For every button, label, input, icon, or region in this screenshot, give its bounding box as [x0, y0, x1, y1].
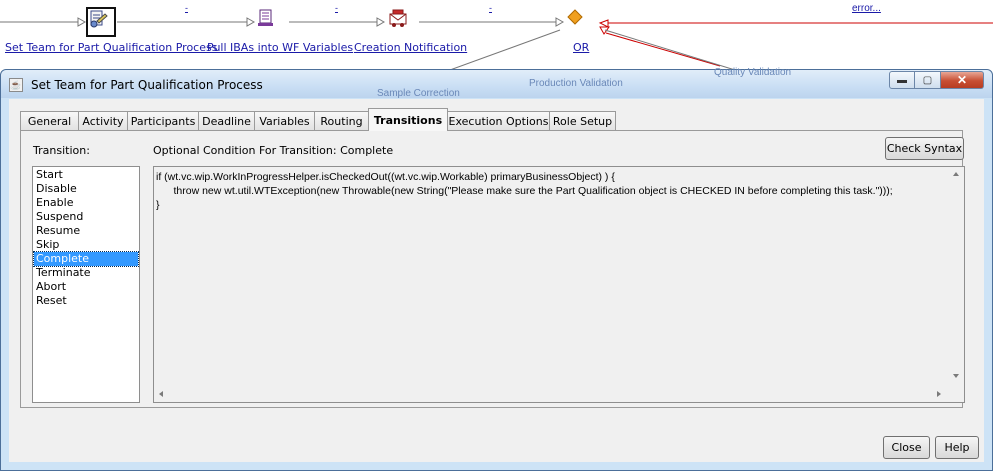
dialog-content: General Activity Participants Deadline V…	[9, 99, 984, 462]
list-item-terminate[interactable]: Terminate	[34, 266, 138, 280]
list-item-skip[interactable]: Skip	[34, 238, 138, 252]
list-item-start[interactable]: Start	[34, 168, 138, 182]
tab-routing[interactable]: Routing	[314, 111, 369, 130]
ghost-label-sample: Sample Correction	[377, 88, 460, 99]
transitions-panel: Transition: Optional Condition For Trans…	[20, 130, 965, 408]
tab-execution-options[interactable]: Execution Options	[447, 111, 550, 130]
ghost-label-production: Production Validation	[529, 78, 623, 89]
notification-node[interactable]	[388, 8, 418, 38]
minimize-button[interactable]: ▬	[889, 71, 915, 89]
condition-label: Optional Condition For Transition: Compl…	[153, 144, 394, 157]
scroll-left-icon[interactable]	[159, 391, 163, 397]
tab-variables[interactable]: Variables	[254, 111, 315, 130]
script-icon	[258, 9, 273, 26]
vertical-scrollbar[interactable]	[948, 167, 964, 386]
error-link[interactable]: error...	[852, 3, 881, 14]
list-item-reset[interactable]: Reset	[34, 294, 138, 308]
close-window-button[interactable]: ✕	[941, 71, 984, 89]
maximize-icon: ▢	[922, 74, 933, 86]
node-label-pull-ibas[interactable]: Pull IBAs into WF Variables	[207, 41, 353, 54]
list-item-enable[interactable]: Enable	[34, 196, 138, 210]
or-connector-node[interactable]	[566, 8, 596, 38]
transition-list[interactable]: Start Disable Enable Suspend Resume Skip…	[32, 166, 140, 403]
minimize-icon: ▬	[897, 74, 907, 86]
or-connector-icon	[567, 9, 583, 25]
scroll-up-icon[interactable]	[953, 172, 959, 176]
java-icon: ☕	[9, 78, 23, 92]
workflow-edges	[0, 17, 993, 70]
tab-general[interactable]: General	[20, 111, 79, 130]
transition-label: Transition:	[33, 144, 90, 157]
vertical-scroll-arrows	[953, 172, 959, 378]
close-icon: ✕	[956, 73, 968, 87]
notification-icon	[389, 9, 407, 27]
list-item-disable[interactable]: Disable	[34, 182, 138, 196]
node-label-notification[interactable]: Creation Notification	[354, 41, 467, 54]
horizontal-scroll-arrows	[159, 391, 941, 397]
condition-code[interactable]: if (wt.vc.wip.WorkInProgressHelper.isChe…	[155, 168, 947, 385]
list-item-complete[interactable]: Complete	[33, 251, 139, 267]
condition-editor[interactable]: if (wt.vc.wip.WorkInProgressHelper.isChe…	[153, 166, 965, 403]
maximize-button[interactable]: ▢	[915, 71, 941, 89]
check-syntax-button[interactable]: Check Syntax	[885, 137, 964, 160]
node-label-team[interactable]: Set Team for Part Qualification Process	[5, 41, 217, 54]
list-item-abort[interactable]: Abort	[34, 280, 138, 294]
dialog-title: Set Team for Part Qualification Process	[31, 78, 263, 92]
edge-mark-3[interactable]: -	[489, 3, 492, 13]
tab-deadline[interactable]: Deadline	[198, 111, 255, 130]
scroll-right-icon[interactable]	[937, 391, 941, 397]
activity-properties-dialog: Production Validation Quality Validation…	[0, 67, 993, 471]
help-button[interactable]: Help	[935, 436, 979, 459]
dialog-titlebar[interactable]: Production Validation Quality Validation…	[1, 67, 992, 99]
horizontal-scrollbar[interactable]	[154, 386, 948, 402]
tab-role-setup[interactable]: Role Setup	[549, 111, 616, 130]
scroll-down-icon[interactable]	[953, 374, 959, 378]
tab-activity[interactable]: Activity	[78, 111, 128, 130]
tab-transitions[interactable]: Transitions	[368, 108, 448, 131]
code-line: throw new wt.util.WTException(new Throwa…	[156, 185, 893, 197]
tab-participants[interactable]: Participants	[127, 111, 199, 130]
script-node[interactable]	[256, 8, 286, 38]
workflow-canvas: - - - error... Set Team for Part Qualifi…	[0, 0, 993, 70]
list-item-resume[interactable]: Resume	[34, 224, 138, 238]
edge-mark-1[interactable]: -	[185, 3, 188, 13]
code-line: if (wt.vc.wip.WorkInProgressHelper.isChe…	[156, 171, 615, 183]
code-line: }	[156, 199, 160, 211]
edge-mark-2[interactable]: -	[335, 3, 338, 13]
team-activity-node[interactable]	[86, 7, 116, 37]
window-controls: ▬ ▢ ✕	[889, 71, 984, 89]
close-button[interactable]: Close	[883, 436, 930, 459]
team-activity-icon	[90, 10, 108, 28]
node-label-or[interactable]: OR	[573, 41, 589, 54]
ghost-label-quality: Quality Validation	[714, 67, 792, 78]
list-item-suspend[interactable]: Suspend	[34, 210, 138, 224]
